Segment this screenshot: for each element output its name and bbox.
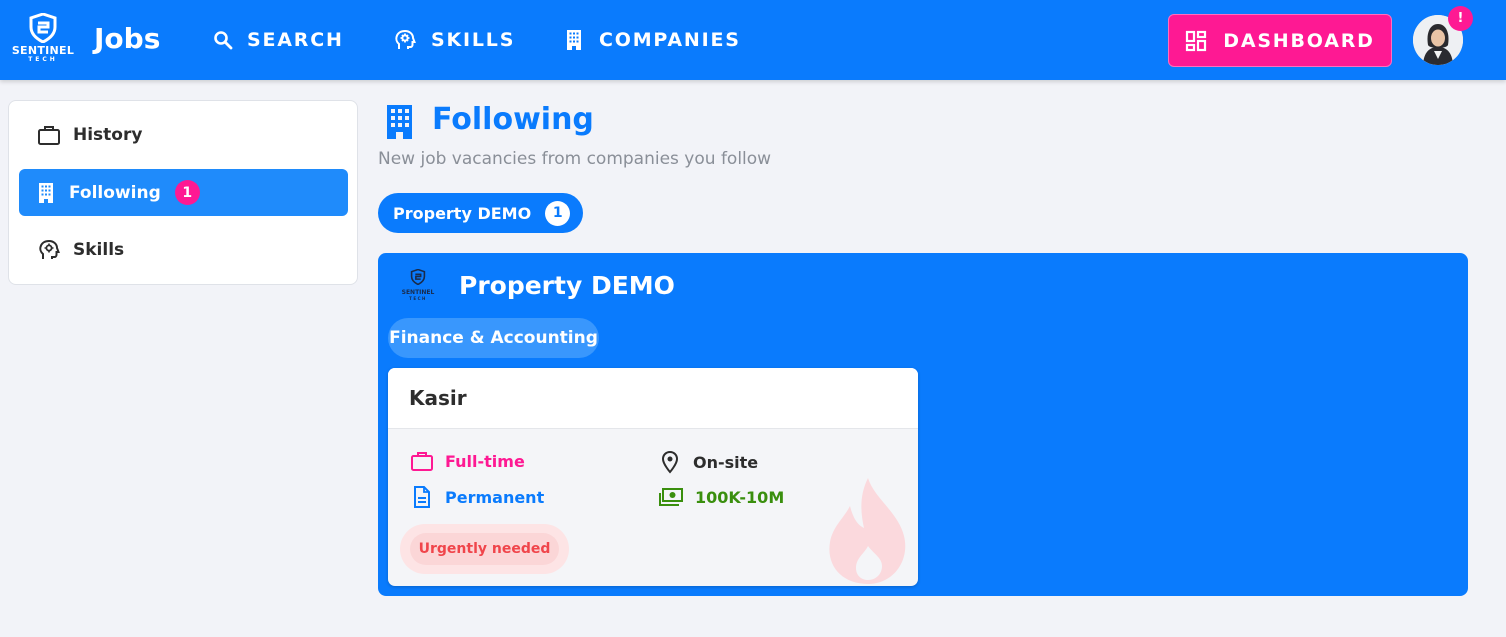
- nav-companies[interactable]: COMPANIES: [565, 24, 741, 56]
- money-icon: [659, 488, 683, 506]
- app-title[interactable]: Jobs: [94, 20, 160, 58]
- sentinel-tech-logo[interactable]: SENTINEL TECH: [8, 13, 78, 67]
- page-title: Following: [432, 102, 594, 137]
- employment-type-label: Full-time: [445, 451, 525, 471]
- shield-logo-icon: [410, 268, 426, 286]
- urgent-badge-wrapper: Urgently needed: [400, 524, 569, 574]
- contract-type: Permanent: [410, 486, 544, 508]
- building-icon: [387, 105, 412, 139]
- fire-icon: [829, 478, 906, 584]
- contract-type-label: Permanent: [445, 487, 545, 507]
- nav-skills[interactable]: SKILLS: [393, 24, 515, 56]
- sidebar-item-following[interactable]: Following 1: [19, 169, 348, 216]
- briefcase-icon: [38, 125, 60, 145]
- head-gear-icon: [39, 239, 60, 259]
- job-title[interactable]: Kasir: [388, 368, 918, 429]
- location-type-label: On-site: [693, 452, 759, 472]
- company-chip-count: 1: [545, 200, 571, 226]
- page-subtitle: New job vacancies from companies you fol…: [378, 149, 772, 169]
- sidebar: History Following 1 Skills: [8, 100, 358, 285]
- category-chip[interactable]: Finance & Accounting: [388, 318, 599, 358]
- company-logo-subtext: TECH: [409, 296, 427, 301]
- company-panel: SENTINEL TECH Property DEMO Finance & Ac…: [378, 253, 1468, 596]
- head-gear-icon: [395, 29, 416, 49]
- search-icon: [214, 31, 233, 50]
- dashboard-button-label: DASHBOARD: [1223, 29, 1375, 52]
- sidebar-item-label: Following: [69, 182, 161, 203]
- urgent-badge: Urgently needed: [410, 533, 559, 565]
- company-name[interactable]: Property DEMO: [459, 269, 675, 303]
- sidebar-item-history[interactable]: History: [19, 111, 348, 158]
- document-icon: [414, 486, 430, 508]
- sidebar-item-skills[interactable]: Skills: [19, 226, 348, 273]
- nav-search-label: SEARCH: [247, 29, 344, 51]
- logo-text: SENTINEL: [11, 44, 75, 57]
- employment-type: Full-time: [410, 450, 525, 472]
- salary-label: 100K-10M: [695, 487, 785, 507]
- salary: 100K-10M: [658, 486, 784, 508]
- dashboard-button[interactable]: DASHBOARD: [1168, 14, 1392, 67]
- company-chip-label: Property DEMO: [393, 203, 532, 223]
- company-logo-text: SENTINEL: [401, 289, 435, 296]
- building-icon: [39, 182, 53, 203]
- nav-skills-label: SKILLS: [431, 29, 516, 51]
- following-count-badge: 1: [174, 180, 200, 205]
- shield-logo-icon: [29, 13, 57, 43]
- dashboard-grid-icon: [1186, 30, 1207, 51]
- nav-companies-label: COMPANIES: [599, 29, 741, 51]
- logo-subtext: TECH: [28, 56, 58, 63]
- company-filter-chip[interactable]: Property DEMO 1: [378, 193, 583, 233]
- briefcase-icon: [411, 452, 433, 471]
- building-icon: [567, 30, 581, 50]
- nav-search[interactable]: SEARCH: [213, 24, 344, 56]
- location-pin-icon: [661, 450, 679, 474]
- top-bar: SENTINEL TECH Jobs SEARCH SKILLS COMPANI…: [0, 0, 1506, 80]
- notification-badge[interactable]: !: [1448, 6, 1473, 31]
- company-logo[interactable]: SENTINEL TECH: [398, 268, 438, 303]
- sidebar-item-label: Skills: [73, 239, 125, 260]
- location-type: On-site: [658, 450, 758, 474]
- sidebar-item-label: History: [73, 124, 143, 145]
- job-card[interactable]: Kasir Full-time Permanent On-site 100K-1…: [388, 368, 918, 586]
